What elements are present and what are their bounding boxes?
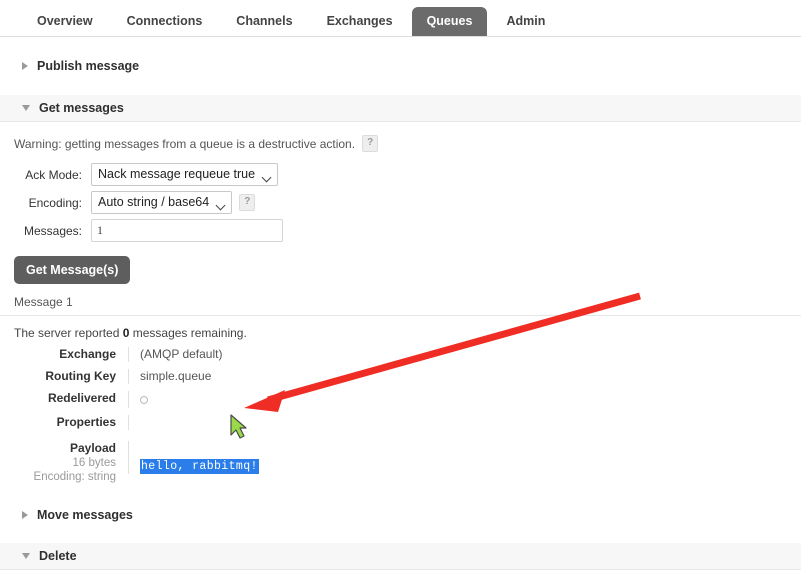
tab-admin[interactable]: Admin bbox=[491, 7, 560, 36]
payload-value[interactable]: hello, rabbitmq! bbox=[140, 459, 259, 474]
messages-count-label: Messages: bbox=[23, 223, 82, 238]
tab-connections[interactable]: Connections bbox=[112, 7, 218, 36]
payload-label-text: Payload bbox=[69, 441, 116, 455]
table-row: Exchange (AMQP default) bbox=[14, 347, 801, 362]
table-row: Routing Key simple.queue bbox=[14, 369, 801, 384]
routing-key-label: Routing Key bbox=[45, 369, 116, 383]
section-move-messages[interactable]: Move messages bbox=[0, 502, 801, 528]
messages-count-row: Messages: 1 bbox=[14, 219, 801, 242]
exchange-value: (AMQP default) bbox=[128, 347, 801, 362]
table-row: Properties bbox=[14, 415, 801, 430]
get-messages-button[interactable]: Get Message(s) bbox=[14, 256, 131, 284]
payload-size: 16 bytes bbox=[72, 457, 116, 469]
chevron-right-icon bbox=[22, 62, 28, 70]
server-report-suffix: messages remaining. bbox=[129, 326, 247, 340]
section-get-messages[interactable]: Get messages bbox=[0, 95, 801, 122]
properties-label: Properties bbox=[56, 415, 116, 429]
payload-encoding: Encoding: string bbox=[33, 471, 116, 483]
redelivered-value bbox=[128, 391, 801, 408]
tab-exchanges[interactable]: Exchanges bbox=[312, 7, 408, 36]
exchange-label: Exchange bbox=[59, 347, 116, 361]
message-details-table: Exchange (AMQP default) Routing Key simp… bbox=[0, 347, 801, 484]
payload-label: Payload 16 bytes Encoding: string bbox=[14, 441, 128, 484]
section-publish-message-label: Publish message bbox=[37, 59, 140, 73]
redelivered-label: Redelivered bbox=[47, 391, 116, 405]
tab-queues[interactable]: Queues bbox=[411, 7, 488, 36]
section-get-messages-label: Get messages bbox=[39, 101, 124, 115]
warning-help-icon[interactable]: ? bbox=[362, 135, 379, 152]
properties-value bbox=[128, 415, 801, 430]
warning-text: Warning: getting messages from a queue i… bbox=[14, 136, 356, 151]
payload-value-cell[interactable]: hello, rabbitmq! bbox=[128, 441, 801, 474]
tab-overview[interactable]: Overview bbox=[22, 7, 108, 36]
main-navigation-tabs: Overview Connections Channels Exchanges … bbox=[0, 0, 801, 37]
encoding-select[interactable]: Auto string / base64 bbox=[91, 191, 233, 214]
encoding-label: Encoding: bbox=[28, 195, 82, 210]
chevron-down-icon bbox=[22, 105, 30, 111]
routing-key-value: simple.queue bbox=[128, 369, 801, 384]
server-report-line: The server reported 0 messages remaining… bbox=[0, 316, 801, 340]
table-row: Payload 16 bytes Encoding: string hello,… bbox=[14, 441, 801, 484]
section-move-messages-label: Move messages bbox=[37, 508, 133, 522]
chevron-down-icon bbox=[22, 553, 30, 559]
message-result-title: Message 1 bbox=[0, 295, 801, 316]
ack-mode-row: Ack Mode: Nack message requeue true bbox=[14, 163, 801, 186]
ack-mode-select[interactable]: Nack message requeue true bbox=[91, 163, 279, 186]
server-report-prefix: The server reported bbox=[14, 326, 123, 340]
encoding-row: Encoding: Auto string / base64 ? bbox=[14, 191, 801, 214]
table-row: Redelivered bbox=[14, 391, 801, 408]
tab-channels[interactable]: Channels bbox=[221, 7, 307, 36]
chevron-right-icon bbox=[22, 511, 28, 519]
section-delete[interactable]: Delete bbox=[0, 543, 801, 570]
ack-mode-label: Ack Mode: bbox=[25, 167, 82, 182]
destructive-action-warning: Warning: getting messages from a queue i… bbox=[0, 122, 801, 152]
messages-count-input[interactable]: 1 bbox=[91, 219, 283, 242]
get-messages-form: Ack Mode: Nack message requeue true Enco… bbox=[0, 163, 801, 284]
circle-false-icon bbox=[140, 396, 148, 404]
encoding-help-icon[interactable]: ? bbox=[239, 194, 256, 211]
section-delete-label: Delete bbox=[39, 549, 77, 563]
section-publish-message[interactable]: Publish message bbox=[0, 53, 801, 79]
